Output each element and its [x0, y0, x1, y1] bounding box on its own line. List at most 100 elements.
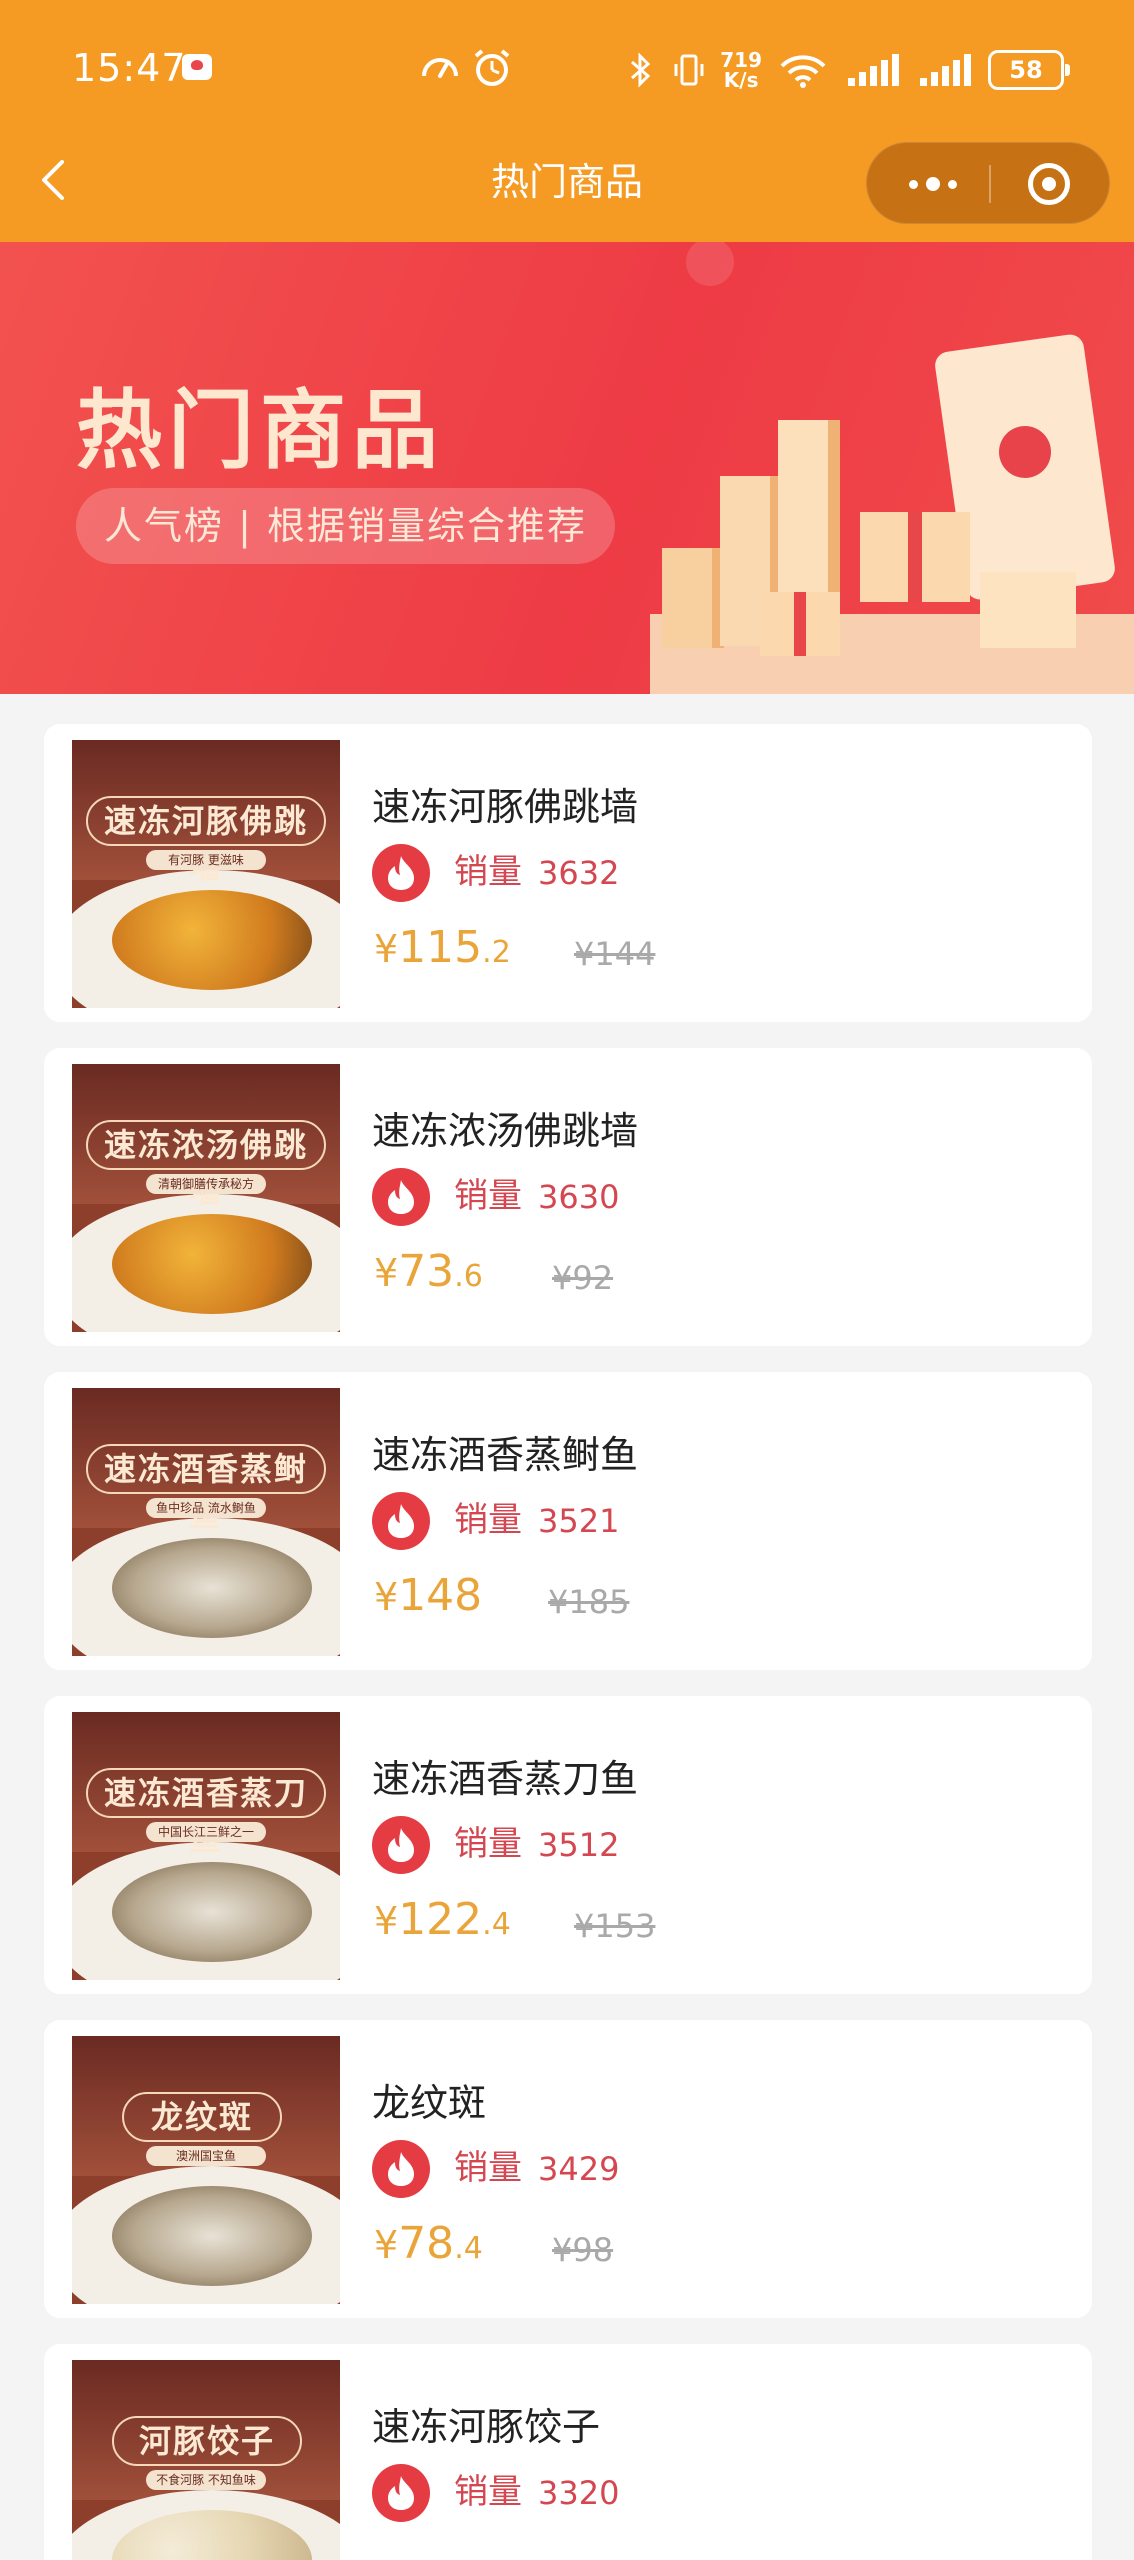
status-bar: 15:47 719 K/s 58: [0, 0, 1134, 140]
battery-indicator: 58: [988, 50, 1070, 90]
product-image-food: [112, 1214, 312, 1314]
sales-count: 3512: [538, 1826, 620, 1864]
price-integer: 122: [398, 1894, 483, 1945]
more-dot-icon: [909, 179, 918, 189]
product-name[interactable]: 速冻河豚饺子: [372, 2404, 600, 2450]
sales-label: 销量: [454, 2472, 522, 2512]
current-price: ¥73.6: [374, 1244, 483, 1309]
product-image[interactable]: 河豚饺子 不食河豚 不知鱼味: [72, 2360, 340, 2560]
price-decimal: .2: [482, 935, 511, 970]
more-menu-button[interactable]: [883, 143, 983, 225]
product-image-title: 速冻酒香蒸刀鱼: [86, 1768, 326, 1858]
product-image-food: [112, 1538, 312, 1638]
product-image-food: [112, 1862, 312, 1962]
price-currency: ¥: [374, 1899, 399, 1943]
price-integer: 73: [398, 1246, 455, 1297]
sales-label: 销量: [454, 2148, 522, 2188]
fire-icon: [372, 844, 430, 902]
product-image-food: [112, 890, 312, 990]
sales-count: 3320: [538, 2474, 620, 2512]
sales-label: 销量: [454, 1176, 522, 1216]
wifi-icon: [780, 55, 826, 88]
product-image[interactable]: 龙纹斑 澳洲国宝鱼: [72, 2036, 340, 2304]
speedometer-icon: [422, 58, 458, 78]
notification-icon: [182, 54, 212, 80]
product-image-food: [112, 2186, 312, 2286]
original-price: ¥98: [552, 2231, 614, 2269]
product-image-title: 速冻酒香蒸鲥鱼: [86, 1444, 326, 1534]
status-indicators: 719 K/s 58: [624, 40, 1070, 100]
alarm-icon: [474, 49, 510, 86]
original-price: ¥185: [548, 1583, 630, 1621]
price-currency: ¥: [374, 1251, 399, 1295]
product-name[interactable]: 速冻酒香蒸刀鱼: [372, 1756, 638, 1802]
network-speed-value: 719: [720, 48, 762, 72]
original-price: ¥153: [574, 1907, 656, 1945]
product-card[interactable]: 速冻浓汤佛跳墙 清朝御膳传承秘方 速冻浓汤佛跳墙 销量 3630 ¥73.6 ¥…: [44, 1048, 1092, 1346]
product-image-title: 河豚饺子: [112, 2416, 302, 2466]
product-card[interactable]: 速冻河豚佛跳墙 有河豚 更滋味 速冻河豚佛跳墙 销量 3632 ¥115.2 ¥…: [44, 724, 1092, 1022]
product-image-subtitle: 有河豚 更滋味: [146, 850, 266, 870]
price-decimal: .4: [482, 1907, 511, 1942]
product-image[interactable]: 速冻酒香蒸鲥鱼 鱼中珍品 流水鲥鱼: [72, 1388, 340, 1656]
capsule-divider: [989, 165, 991, 203]
banner-title: 热门商品: [76, 381, 444, 481]
product-card[interactable]: 速冻酒香蒸鲥鱼 鱼中珍品 流水鲥鱼 速冻酒香蒸鲥鱼 销量 3521 ¥148 ¥…: [44, 1372, 1092, 1670]
price-integer: 78: [398, 2218, 455, 2269]
current-price: ¥78.4: [374, 2216, 483, 2281]
sales-label: 销量: [454, 1500, 522, 1540]
fire-icon: [372, 2140, 430, 2198]
more-dot-icon: [948, 179, 957, 189]
sales-count: 3632: [538, 854, 620, 892]
original-price: ¥92: [552, 1259, 614, 1297]
price-decimal: .6: [454, 1259, 483, 1294]
signal-icon-2: [920, 54, 971, 86]
banner-subtitle: 人气榜 | 根据销量综合推荐: [76, 488, 615, 564]
product-image[interactable]: 速冻酒香蒸刀鱼 中国长江三鲜之一: [72, 1712, 340, 1980]
sales-label: 销量: [454, 852, 522, 892]
sales-count: 3429: [538, 2150, 620, 2188]
product-image-title: 龙纹斑: [122, 2092, 282, 2142]
product-image[interactable]: 速冻浓汤佛跳墙 清朝御膳传承秘方: [72, 1064, 340, 1332]
sales-count: 3521: [538, 1502, 620, 1540]
product-name[interactable]: 速冻浓汤佛跳墙: [372, 1108, 638, 1154]
app-header: 15:47 719 K/s 58 热门商品: [0, 0, 1134, 242]
product-card[interactable]: 速冻酒香蒸刀鱼 中国长江三鲜之一 速冻酒香蒸刀鱼 销量 3512 ¥122.4 …: [44, 1696, 1092, 1994]
network-speed: 719 K/s: [720, 50, 762, 90]
fire-icon: [372, 2464, 430, 2522]
current-price: ¥148: [374, 1568, 482, 1633]
product-card[interactable]: 河豚饺子 不食河豚 不知鱼味 速冻河豚饺子 销量 3320: [44, 2344, 1092, 2560]
signal-icon: [848, 54, 899, 86]
gift-chart-illustration: [650, 242, 1134, 694]
fire-icon: [372, 1492, 430, 1550]
product-name[interactable]: 速冻河豚佛跳墙: [372, 784, 638, 830]
bluetooth-icon: [631, 52, 651, 88]
price-integer: 148: [398, 1570, 483, 1621]
flame-glyph: [388, 2476, 414, 2510]
flame-glyph: [388, 1180, 414, 1214]
price-currency: ¥: [374, 1575, 399, 1619]
fire-icon: [372, 1816, 430, 1874]
network-speed-unit: K/s: [723, 68, 759, 92]
fire-icon: [372, 1168, 430, 1226]
product-list: 速冻河豚佛跳墙 有河豚 更滋味 速冻河豚佛跳墙 销量 3632 ¥115.2 ¥…: [44, 724, 1092, 2560]
product-name[interactable]: 龙纹斑: [372, 2080, 486, 2126]
current-price: ¥122.4: [374, 1892, 511, 1957]
product-image-subtitle: 中国长江三鲜之一: [146, 1822, 266, 1842]
product-image[interactable]: 速冻河豚佛跳墙 有河豚 更滋味: [72, 740, 340, 1008]
price-integer: 115: [398, 922, 483, 973]
product-name[interactable]: 速冻酒香蒸鲥鱼: [372, 1432, 638, 1478]
product-image-subtitle: 不食河豚 不知鱼味: [146, 2470, 266, 2490]
flame-glyph: [388, 2152, 414, 2186]
product-card[interactable]: 龙纹斑 澳洲国宝鱼 龙纹斑 销量 3429 ¥78.4 ¥98: [44, 2020, 1092, 2318]
product-image-subtitle: 澳洲国宝鱼: [146, 2146, 266, 2166]
product-image-subtitle: 鱼中珍品 流水鲥鱼: [146, 1498, 266, 1518]
more-dot-icon: [926, 177, 940, 191]
price-decimal: .4: [454, 2231, 483, 2266]
product-image-title: 速冻河豚佛跳墙: [86, 796, 326, 886]
hot-products-banner: 热门商品 人气榜 | 根据销量综合推荐: [0, 242, 1134, 694]
miniprogram-capsule: [866, 142, 1110, 224]
flame-glyph: [388, 1504, 414, 1538]
close-miniprogram-button[interactable]: [999, 143, 1099, 225]
status-time: 15:47: [72, 46, 187, 90]
